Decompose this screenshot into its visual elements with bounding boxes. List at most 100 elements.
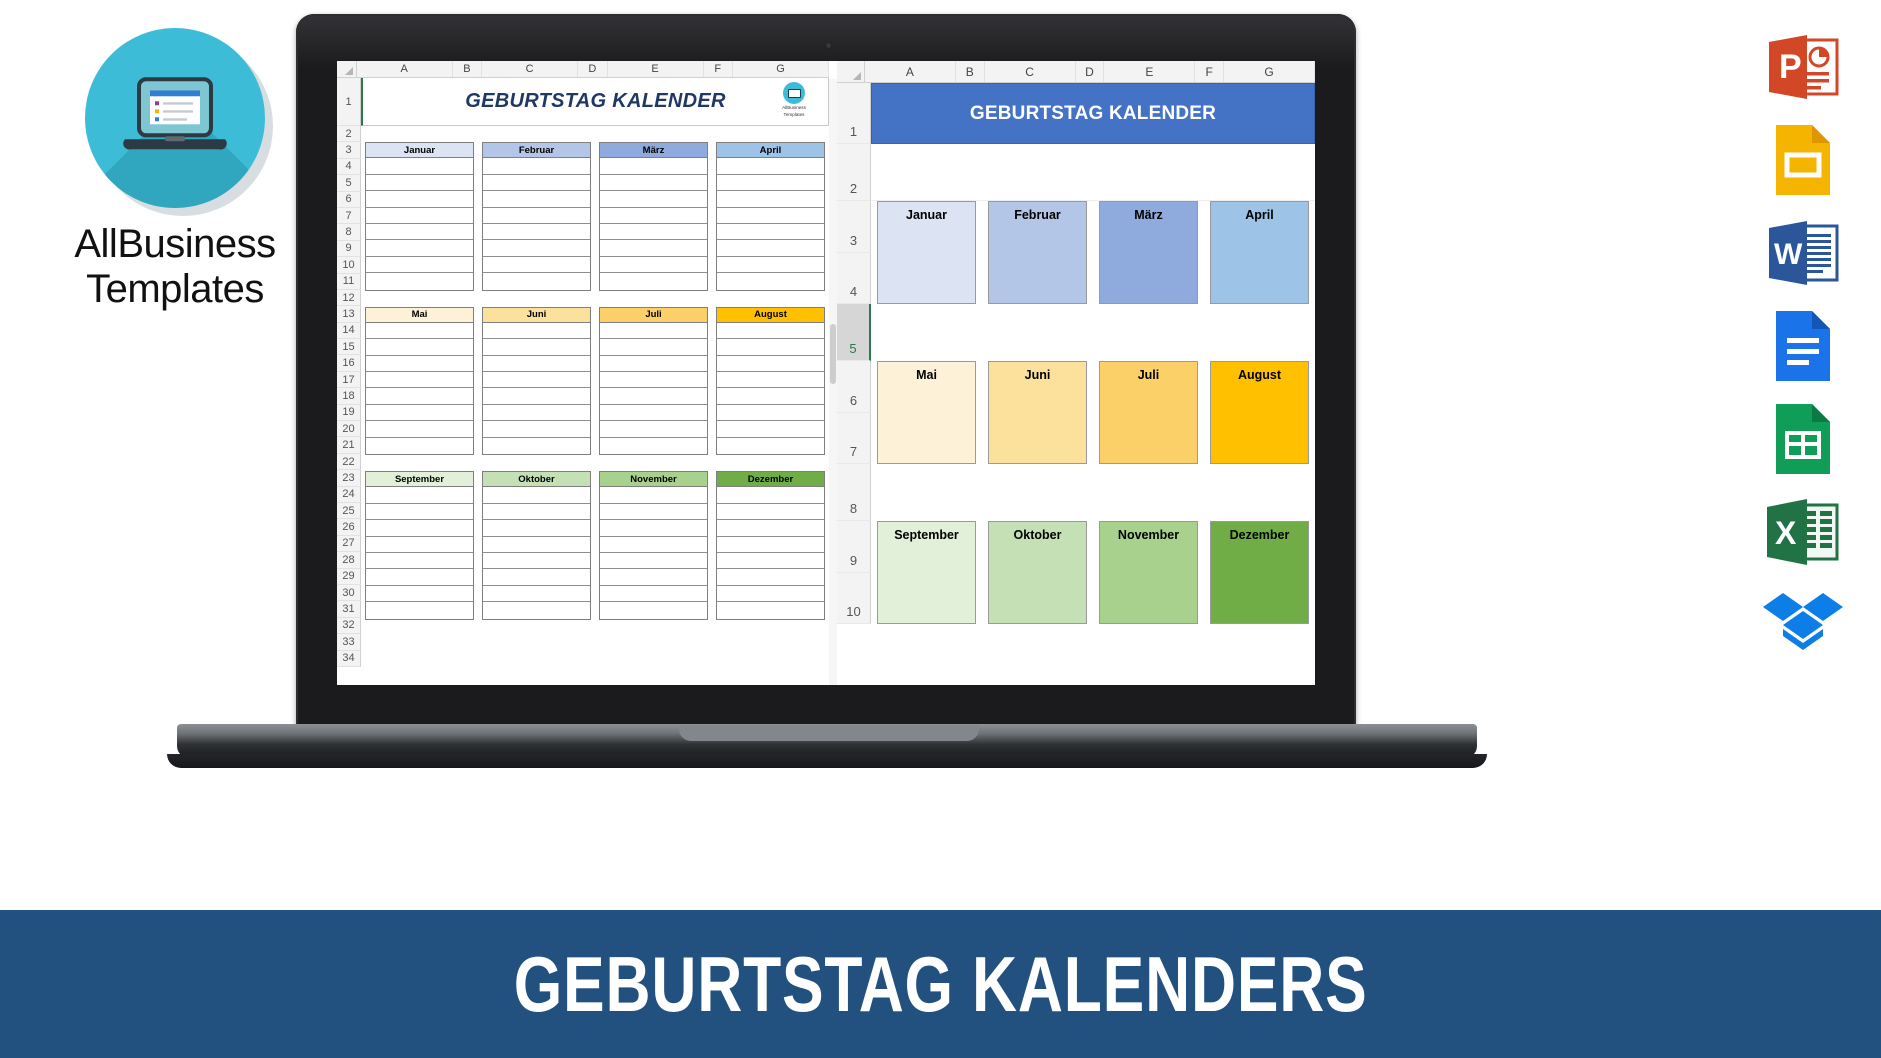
entry-line[interactable] [366, 224, 473, 241]
word-icon[interactable]: W [1743, 206, 1863, 299]
month-label-dezember[interactable]: Dezember [1210, 521, 1309, 624]
row-header-17[interactable]: 17 [337, 371, 361, 389]
entry-line[interactable] [600, 388, 707, 405]
month-cell-mai[interactable]: Mai [871, 361, 982, 464]
row-header-3[interactable]: 3 [337, 142, 361, 159]
month-entry-lines[interactable] [599, 158, 708, 291]
row-header-29[interactable]: 29 [337, 568, 361, 585]
col-header-b-right[interactable]: B [956, 61, 985, 82]
row-header-right-2[interactable]: 2 [837, 144, 871, 201]
entry-line[interactable] [366, 175, 473, 192]
month-label-august[interactable]: August [1210, 361, 1309, 464]
select-all-corner-icon-right[interactable] [837, 61, 865, 82]
entry-line[interactable] [483, 224, 590, 241]
entry-line[interactable] [483, 553, 590, 570]
col-header-f[interactable]: F [704, 61, 733, 77]
month-label-juli[interactable]: Juli [1099, 361, 1198, 464]
month-label-januar[interactable]: Januar [877, 201, 976, 304]
col-header-g-right[interactable]: G [1224, 61, 1315, 82]
month-entry-lines[interactable] [599, 487, 708, 620]
excel-icon[interactable]: X [1743, 485, 1863, 578]
month-cell-august[interactable]: August [1204, 361, 1315, 464]
entry-line[interactable] [483, 356, 590, 373]
entry-line[interactable] [483, 191, 590, 208]
entry-line[interactable] [366, 537, 473, 553]
google-docs-icon[interactable] [1743, 299, 1863, 392]
row-header-31[interactable]: 31 [337, 601, 361, 618]
entry-line[interactable] [366, 240, 473, 257]
entry-line[interactable] [483, 273, 590, 289]
entry-line[interactable] [600, 372, 707, 389]
row-header-right-8[interactable]: 8 [837, 464, 871, 521]
entry-line[interactable] [366, 586, 473, 603]
col-header-e[interactable]: E [608, 61, 704, 77]
entry-line[interactable] [483, 208, 590, 224]
row-header-26[interactable]: 26 [337, 519, 361, 536]
row-header-18[interactable]: 18 [337, 388, 361, 405]
scrollbar-thumb[interactable] [830, 324, 836, 384]
entry-line[interactable] [717, 553, 824, 570]
entry-line[interactable] [483, 586, 590, 603]
entry-line[interactable] [600, 438, 707, 454]
entry-line[interactable] [366, 553, 473, 570]
month-entry-lines[interactable] [716, 322, 825, 456]
dropbox-icon[interactable] [1743, 578, 1863, 671]
col-header-c[interactable]: C [482, 61, 579, 77]
entry-line[interactable] [366, 273, 473, 289]
row-header-11[interactable]: 11 [337, 273, 361, 290]
entry-line[interactable] [717, 388, 824, 405]
entry-line[interactable] [483, 158, 590, 175]
entry-line[interactable] [366, 602, 473, 618]
entry-line[interactable] [600, 323, 707, 340]
entry-line[interactable] [366, 208, 473, 224]
col-header-d[interactable]: D [578, 61, 608, 77]
entry-line[interactable] [483, 339, 590, 356]
entry-line[interactable] [600, 356, 707, 373]
entry-line[interactable] [483, 504, 590, 521]
row-header-24[interactable]: 24 [337, 486, 361, 503]
month-entry-lines[interactable] [365, 322, 474, 456]
entry-line[interactable] [483, 323, 590, 340]
row-header-33[interactable]: 33 [337, 634, 361, 651]
entry-line[interactable] [717, 224, 824, 241]
entry-line[interactable] [366, 421, 473, 438]
month-label-juni[interactable]: Juni [988, 361, 1087, 464]
entry-line[interactable] [483, 257, 590, 274]
entry-line[interactable] [600, 487, 707, 504]
row-header-13[interactable]: 13 [337, 306, 361, 323]
month-label-september[interactable]: September [877, 521, 976, 624]
row-header-9[interactable]: 9 [337, 240, 361, 258]
entry-line[interactable] [366, 339, 473, 356]
month-entry-lines[interactable] [482, 322, 591, 456]
month-column-mai[interactable]: Mai [361, 306, 478, 456]
entry-line[interactable] [600, 158, 707, 175]
col-header-c-right[interactable]: C [985, 61, 1076, 82]
month-cell-dezember[interactable]: Dezember [1204, 521, 1315, 624]
month-header-januar[interactable]: Januar [365, 142, 474, 159]
col-header-d-right[interactable]: D [1076, 61, 1105, 82]
entry-line[interactable] [600, 405, 707, 422]
month-header-dezember[interactable]: Dezember [716, 471, 825, 488]
select-all-corner-icon[interactable] [337, 61, 357, 77]
col-header-a[interactable]: A [357, 61, 453, 77]
row-header-1[interactable]: 1 [337, 78, 361, 126]
row-header-19[interactable]: 19 [337, 404, 361, 422]
entry-line[interactable] [717, 372, 824, 389]
month-label-oktober[interactable]: Oktober [988, 521, 1087, 624]
entry-line[interactable] [717, 158, 824, 175]
entry-line[interactable] [717, 438, 824, 454]
entry-line[interactable] [483, 240, 590, 257]
month-entry-lines[interactable] [365, 487, 474, 620]
month-header-märz[interactable]: März [599, 142, 708, 159]
entry-line[interactable] [600, 421, 707, 438]
entry-line[interactable] [600, 602, 707, 618]
col-header-a-right[interactable]: A [865, 61, 956, 82]
row-header-right-1[interactable]: 1 [837, 83, 871, 144]
row-header-right-6[interactable]: 6 [837, 361, 871, 413]
month-header-april[interactable]: April [716, 142, 825, 159]
month-header-februar[interactable]: Februar [482, 142, 591, 159]
row-header-right-5[interactable]: 5 [837, 304, 871, 361]
row-header-4[interactable]: 4 [337, 158, 361, 176]
month-header-mai[interactable]: Mai [365, 306, 474, 323]
entry-line[interactable] [366, 504, 473, 521]
